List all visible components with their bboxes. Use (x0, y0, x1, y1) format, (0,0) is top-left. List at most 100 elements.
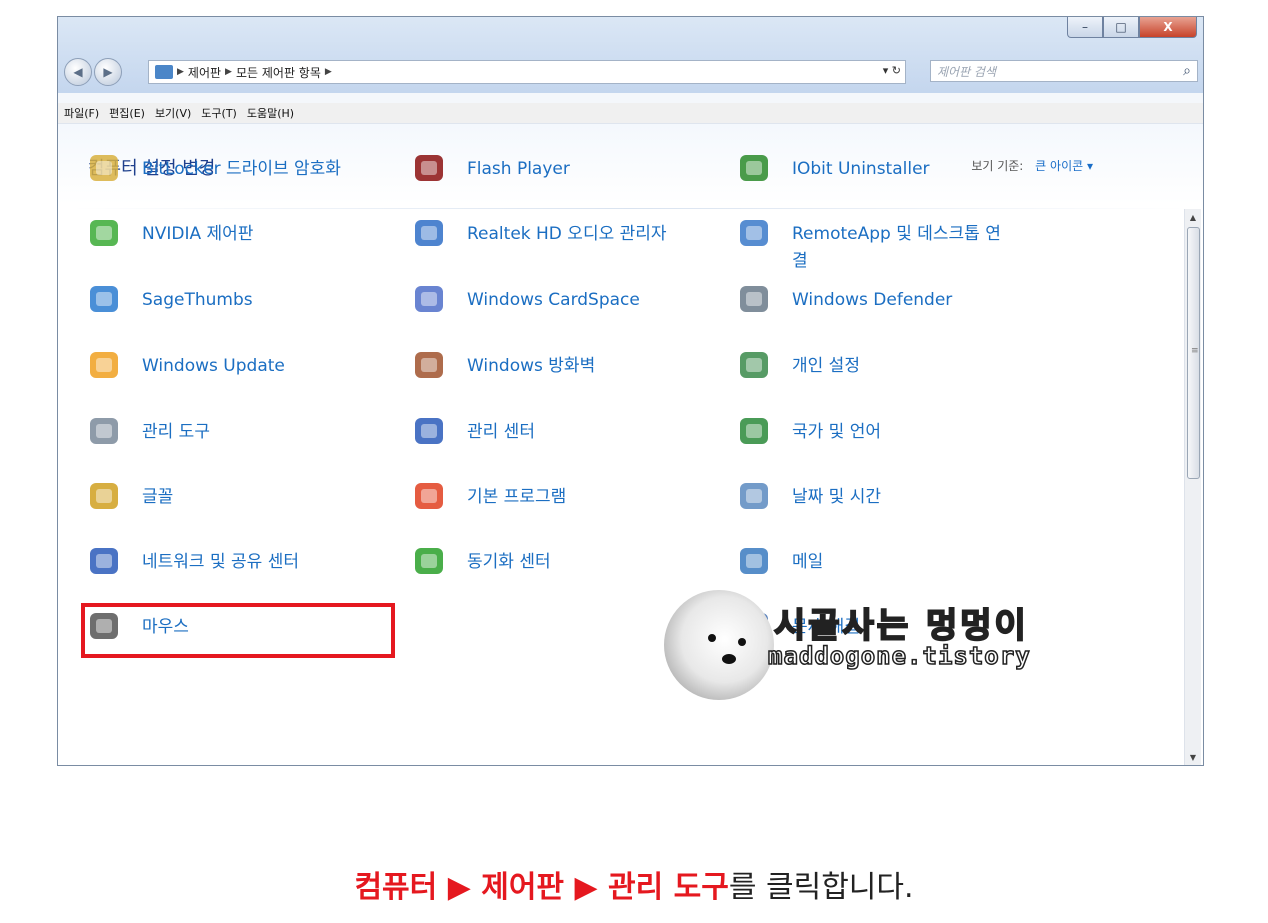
flash-icon (411, 151, 447, 185)
caption-computer: 컴퓨터 (354, 870, 438, 905)
key-icon (86, 151, 122, 185)
navigation-bar: ◀ ▶ ▶ 제어판 ▶ 모든 제어판 항목 ▶ ▾ ↻ 제어판 검색 ⌕ (58, 57, 1203, 87)
item-label[interactable]: Windows 방화벽 (467, 353, 595, 380)
minimize-button[interactable]: – (1067, 17, 1103, 38)
item-label[interactable]: 네트워크 및 공유 센터 (142, 549, 299, 576)
control-panel-item[interactable]: Windows CardSpace (411, 282, 691, 316)
search-icon[interactable]: ⌕ (1183, 63, 1191, 79)
control-panel-item[interactable]: Windows 방화벽 (411, 348, 691, 382)
control-panel-item[interactable]: Flash Player (411, 151, 691, 185)
mail-icon (736, 544, 772, 578)
search-input[interactable]: 제어판 검색 ⌕ (930, 60, 1198, 82)
divider (72, 208, 1187, 209)
control-panel-item[interactable]: 메일 (736, 544, 1016, 578)
scroll-up-button[interactable]: ▲ (1185, 209, 1201, 225)
sync-icon (411, 544, 447, 578)
menu-view[interactable]: 보기(V) (155, 105, 191, 121)
scroll-grip: ≡ (1191, 346, 1199, 356)
control-panel-item[interactable]: 동기화 센터 (411, 544, 691, 578)
breadcrumb-all-items[interactable]: 모든 제어판 항목 (236, 64, 321, 81)
item-label[interactable]: BitLocker 드라이브 암호화 (142, 156, 341, 183)
scroll-thumb[interactable]: ≡ (1187, 227, 1200, 479)
address-bar[interactable]: ▶ 제어판 ▶ 모든 제어판 항목 ▶ ▾ ↻ (148, 60, 906, 84)
menu-help[interactable]: 도움말(H) (247, 105, 294, 121)
clock-icon (736, 479, 772, 513)
item-label[interactable]: 개인 설정 (792, 353, 860, 380)
breadcrumb-separator[interactable]: ▶ (177, 67, 184, 77)
item-label[interactable]: Windows CardSpace (467, 287, 640, 314)
view-by-dropdown[interactable]: 큰 아이콘 ▾ (1035, 159, 1093, 173)
control-panel-item[interactable]: 글꼴 (86, 479, 366, 513)
dog-photo (664, 590, 774, 700)
caption-control-panel: 제어판 (481, 870, 565, 905)
watermark: 시골사는 멍멍이 maddogone.tistory (664, 590, 1134, 710)
control-panel-item[interactable]: 날짜 및 시간 (736, 479, 1016, 513)
menu-file[interactable]: 파일(F) (64, 105, 99, 121)
control-panel-item[interactable]: Windows Update (86, 348, 366, 382)
control-panel-item[interactable]: Realtek HD 오디오 관리자 (411, 216, 691, 250)
globe-icon (736, 414, 772, 448)
cardspace-icon (411, 282, 447, 316)
caption-arrow: ▶ (437, 870, 482, 905)
item-label[interactable]: Flash Player (467, 156, 570, 183)
forward-button[interactable]: ▶ (94, 58, 122, 86)
watermark-title: 시골사는 멍멍이 (773, 605, 1029, 647)
caption: 컴퓨터 ▶ 제어판 ▶ 관리 도구를 클릭합니다. (0, 862, 1268, 906)
item-label[interactable]: 관리 도구 (142, 419, 210, 446)
personalize-icon (736, 348, 772, 382)
close-button[interactable]: X (1139, 17, 1197, 38)
back-button[interactable]: ◀ (64, 58, 92, 86)
dog-eye (708, 634, 716, 642)
control-panel-item[interactable]: BitLocker 드라이브 암호화 (86, 151, 366, 185)
maximize-button[interactable]: □ (1103, 17, 1139, 38)
item-label[interactable]: RemoteApp 및 데스크톱 연결 (792, 221, 1016, 275)
control-panel-item[interactable]: SageThumbs (86, 282, 366, 316)
control-panel-item[interactable]: IObit Uninstaller (736, 151, 1016, 185)
scroll-down-button[interactable]: ▼ (1185, 749, 1201, 765)
item-label[interactable]: Realtek HD 오디오 관리자 (467, 221, 667, 248)
update-icon (86, 348, 122, 382)
caption-arrow: ▶ (564, 870, 608, 905)
item-label[interactable]: 동기화 센터 (467, 549, 551, 576)
item-label[interactable]: 기본 프로그램 (467, 484, 566, 511)
control-panel-item[interactable]: NVIDIA 제어판 (86, 216, 366, 250)
control-panel-item[interactable]: 관리 센터 (411, 414, 691, 448)
nvidia-icon (86, 216, 122, 250)
menu-tools[interactable]: 도구(T) (201, 105, 237, 121)
item-label[interactable]: 관리 센터 (467, 419, 535, 446)
item-label[interactable]: 국가 및 언어 (792, 419, 881, 446)
title-bar: – □ X ◀ ▶ ▶ 제어판 ▶ 모든 제어판 항목 ▶ ▾ ↻ 제어판 검색… (58, 17, 1203, 93)
item-label[interactable]: Windows Update (142, 353, 285, 380)
remote-desktop-icon (736, 216, 772, 250)
watermark-subtitle: maddogone.tistory (767, 641, 1031, 671)
control-panel-item[interactable]: 관리 도구 (86, 414, 366, 448)
control-panel-item[interactable]: RemoteApp 및 데스크톱 연결 (736, 216, 1016, 275)
item-label[interactable]: 날짜 및 시간 (792, 484, 881, 511)
default-programs-icon (411, 479, 447, 513)
control-panel-item[interactable]: 개인 설정 (736, 348, 1016, 382)
iobit-icon (736, 151, 772, 185)
breadcrumb-control-panel[interactable]: 제어판 (188, 64, 221, 81)
speaker-icon (411, 216, 447, 250)
scrollbar[interactable]: ▲ ≡ ▼ (1184, 209, 1201, 765)
control-panel-item[interactable]: Windows Defender (736, 282, 1016, 316)
breadcrumb-separator[interactable]: ▶ (325, 67, 332, 77)
dog-nose (722, 654, 736, 664)
control-panel-item[interactable]: 국가 및 언어 (736, 414, 1016, 448)
breadcrumb-separator[interactable]: ▶ (225, 67, 232, 77)
item-label[interactable]: NVIDIA 제어판 (142, 221, 253, 248)
fonts-icon (86, 479, 122, 513)
menu-bar: 파일(F) 편집(E) 보기(V) 도구(T) 도움말(H) (58, 103, 1203, 124)
item-label[interactable]: SageThumbs (142, 287, 253, 314)
window-controls: – □ X (1067, 17, 1197, 38)
action-center-icon (411, 414, 447, 448)
control-panel-item[interactable]: 기본 프로그램 (411, 479, 691, 513)
item-label[interactable]: IObit Uninstaller (792, 156, 930, 183)
item-label[interactable]: 글꼴 (142, 484, 173, 511)
control-panel-item[interactable]: 네트워크 및 공유 센터 (86, 544, 366, 578)
menu-edit[interactable]: 편집(E) (109, 105, 145, 121)
refresh-button[interactable]: ▾ ↻ (883, 64, 901, 77)
caption-admin-tools: 관리 도구 (608, 870, 729, 905)
item-label[interactable]: 메일 (792, 549, 823, 576)
item-label[interactable]: Windows Defender (792, 287, 952, 314)
